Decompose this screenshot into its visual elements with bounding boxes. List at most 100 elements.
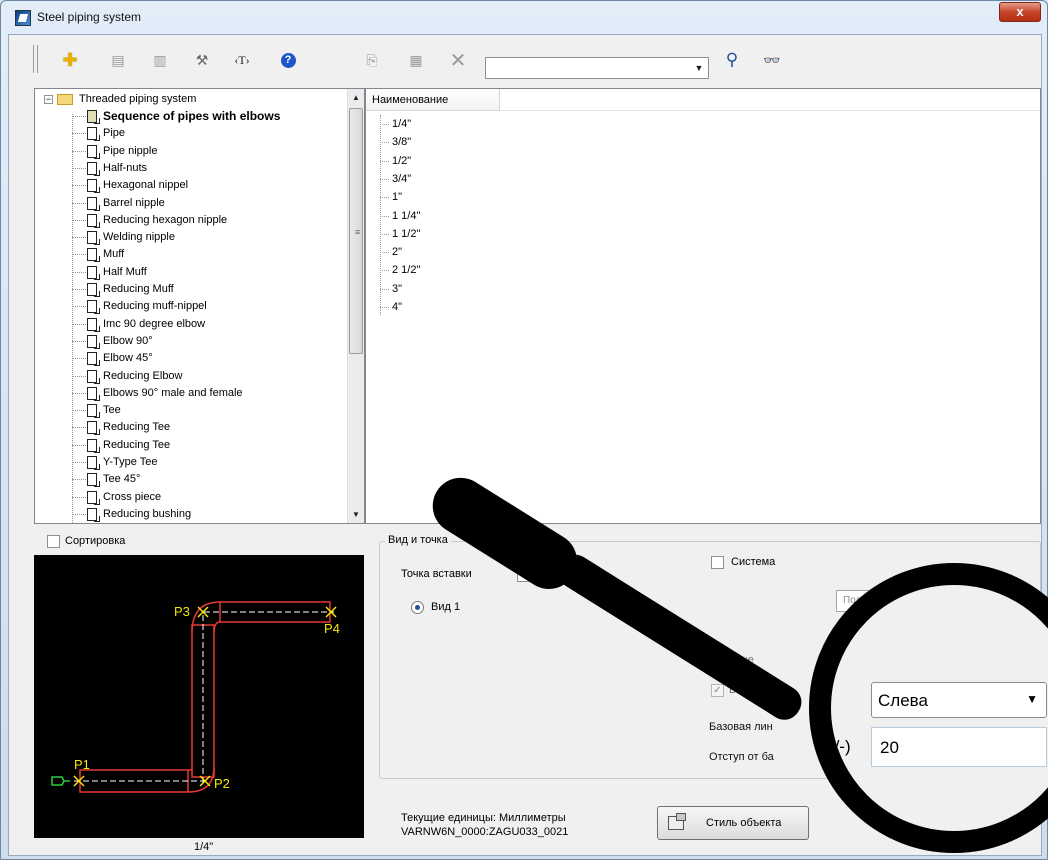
close-button[interactable]: x [999, 2, 1041, 22]
tree-branch-line [72, 444, 86, 446]
view1-radio[interactable] [411, 601, 424, 614]
size-list-item[interactable]: 4" [392, 299, 402, 316]
tree-scrollbar[interactable]: ▲ ≡ ▼ [347, 89, 364, 523]
document-icon [87, 334, 100, 349]
help-button-wrap[interactable]: ? [277, 49, 299, 71]
tree-item-label: Half-nuts [103, 161, 148, 174]
point-label-p1: P1 [74, 757, 90, 772]
document-icon [87, 352, 100, 367]
component-tree[interactable]: − Threaded piping system Sequence of pip… [34, 88, 365, 524]
folder-icon [57, 94, 73, 105]
side-select[interactable]: Слева ▼ [871, 682, 1047, 718]
list-view-icon[interactable]: ▤ [107, 49, 129, 71]
tree-item-label: Pipe [103, 127, 126, 140]
base-line-label: Базовая лин [709, 721, 773, 733]
title-bar: Steel piping system x [1, 1, 1047, 33]
size-branch-line [380, 124, 389, 125]
elbow-bottom [187, 766, 215, 793]
add-icon[interactable]: ✚ [59, 49, 81, 71]
tree-branch-line [72, 358, 86, 360]
tree-branch-line [72, 116, 86, 117]
scroll-thumb[interactable]: ≡ [349, 108, 363, 354]
tree-item-label: Reducing hexagon nipple [103, 213, 228, 226]
sort-checkbox[interactable] [47, 535, 60, 548]
tree-item-label: Reducing muff-nippel [103, 300, 207, 313]
style-icon [668, 813, 686, 830]
document-icon [87, 144, 100, 159]
units-line: Текущие единицы: Миллиметры [401, 812, 566, 824]
size-list-item[interactable]: 1/4" [392, 116, 411, 133]
tree-branch-line [72, 323, 86, 325]
search-icon[interactable]: ⚲ [721, 49, 743, 71]
window-title: Steel piping system [37, 10, 142, 24]
sizes-table[interactable]: Наименование 1/4" 3/8" 1/2" 3/4" 1" 1 1/4" 1 1… [365, 88, 1041, 524]
search-combo[interactable]: ▼ [485, 57, 709, 79]
app-icon [15, 10, 31, 26]
document-icon [87, 300, 100, 315]
size-branch-line [380, 178, 389, 180]
size-list-item[interactable]: 2 1/2" [392, 262, 420, 279]
size-list-item[interactable]: 3" [392, 281, 402, 298]
document-icon [87, 283, 100, 297]
document-icon [87, 404, 100, 419]
insert-arrow-icon [51, 776, 70, 786]
tree-branch-line [72, 133, 86, 135]
pipe-preview: P3 P4 P1 P2 [34, 555, 364, 838]
table-icon[interactable]: ▦ [405, 49, 427, 71]
document-icon [87, 473, 100, 488]
tree-branch-line [72, 462, 86, 463]
document-icon [87, 110, 100, 124]
tools-icon[interactable]: ⚒ [191, 49, 213, 71]
object-style-button[interactable]: Стиль объекта [657, 806, 809, 840]
column-header-name[interactable]: Наименование [366, 89, 500, 111]
tree-item-label: Reducing Tee [103, 421, 171, 434]
elbow-top [191, 601, 221, 634]
tree-item-label: Reducing Tee [103, 438, 171, 451]
details-view-icon[interactable]: ▥ [149, 49, 171, 71]
chevron-down-icon[interactable]: ▼ [692, 61, 706, 75]
toolbar-grip[interactable] [33, 45, 38, 73]
document-icon [87, 213, 100, 228]
size-list-item[interactable]: 1 1/4" [392, 208, 420, 225]
tree-branch-line [72, 167, 86, 169]
tree-branch-line [72, 289, 86, 290]
system-checkbox[interactable] [711, 556, 724, 569]
offset-input[interactable]: 20 [871, 727, 1047, 767]
tree-root-label: Threaded piping system [79, 93, 197, 105]
tree-item-label: Pipe nipple [103, 144, 158, 157]
tree-item-label: Half Muff [103, 265, 147, 278]
scroll-down-icon[interactable]: ▼ [348, 506, 364, 523]
document-icon [87, 265, 100, 280]
copy-icon[interactable]: ⎘ [361, 49, 383, 71]
size-list-item[interactable]: 2" [392, 244, 402, 261]
help-icon[interactable]: ? [280, 52, 296, 68]
offset-label: Отступ от ба [709, 751, 774, 763]
scroll-up-icon[interactable]: ▲ [348, 89, 364, 106]
insert-checkbox[interactable]: ✓ [711, 684, 724, 697]
tree-branch-line [72, 185, 86, 187]
tree-branch-line [72, 479, 86, 481]
collapse-icon[interactable]: − [44, 95, 53, 104]
pipe-drawing: P3 P4 P1 P2 [51, 601, 340, 793]
document-icon [87, 161, 100, 176]
tree-item-label: Cross piece [103, 490, 162, 503]
tree-item-label: Y-Type Tee [103, 456, 158, 468]
text-style-button[interactable]: ‹T› [231, 49, 253, 71]
size-list-item[interactable]: 1/2" [392, 153, 411, 170]
binoculars-icon[interactable]: 👓 [761, 49, 783, 71]
size-list-item[interactable]: 1" [392, 189, 402, 206]
size-list-item[interactable]: 3/8" [392, 134, 411, 151]
size-branch-line [380, 197, 389, 199]
document-icon [87, 386, 100, 401]
tree-branch-line [72, 150, 86, 152]
tree-branch-line [72, 219, 86, 221]
chevron-down-icon[interactable]: ▼ [1026, 692, 1038, 706]
point-markers [73, 606, 337, 787]
delete-icon[interactable]: ✕ [447, 49, 469, 72]
tree-item-label: Imc 90 degree elbow [103, 317, 206, 330]
tree-item-label: Reducing bushing [103, 507, 192, 520]
sort-label: Сортировка [65, 535, 126, 547]
tree-item-label: Muff [103, 248, 125, 261]
size-list-item[interactable]: 3/4" [392, 171, 411, 188]
size-list-item[interactable]: 1 1/2" [392, 226, 420, 243]
